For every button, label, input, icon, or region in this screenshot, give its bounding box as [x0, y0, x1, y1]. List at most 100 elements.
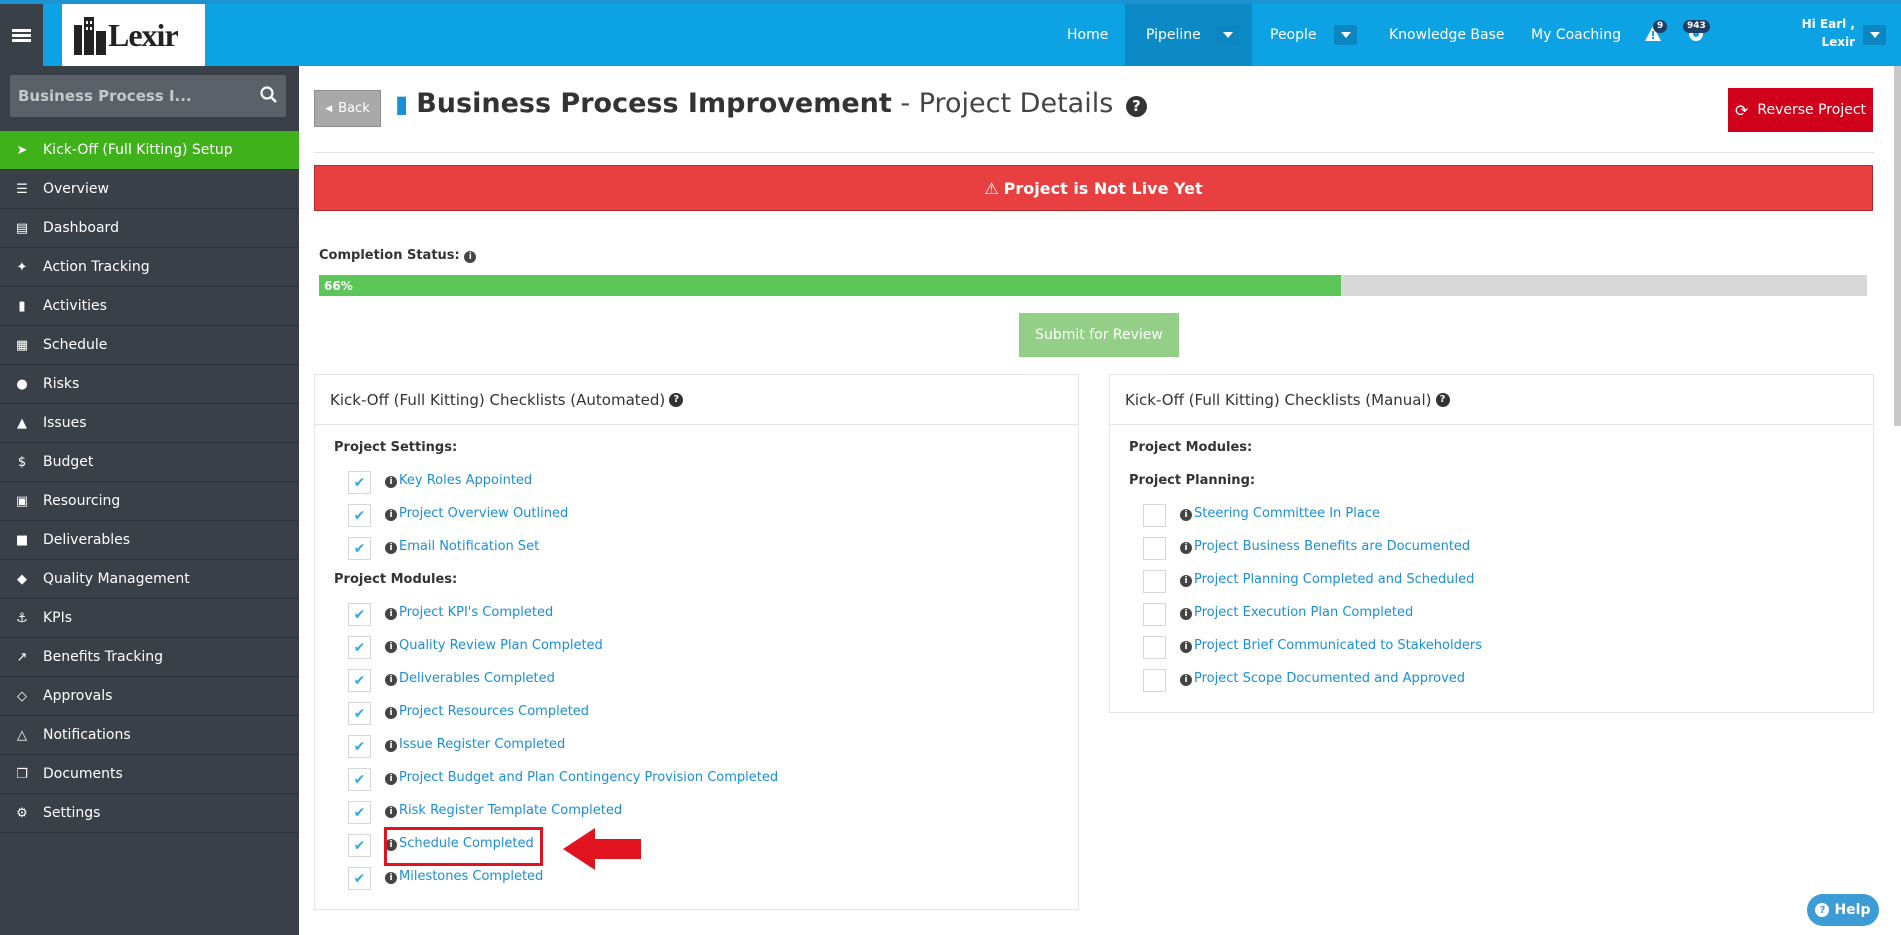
sidebar-item-action-tracking[interactable]: ✦ Action Tracking: [0, 248, 299, 287]
help-question-icon[interactable]: ?: [1125, 95, 1147, 117]
checklist-checkbox[interactable]: [1143, 570, 1166, 593]
info-icon[interactable]: i: [1180, 608, 1192, 620]
checklist-checkbox-checked[interactable]: ✔: [348, 768, 371, 791]
logo[interactable]: Lexir: [62, 4, 205, 66]
help-question-icon[interactable]: ?: [1435, 392, 1450, 407]
checklist-checkbox[interactable]: [1143, 636, 1166, 659]
book-icon: ▮: [395, 90, 409, 118]
sidebar-item-resourcing[interactable]: ▣ Resourcing: [0, 482, 299, 521]
checklist-checkbox-checked[interactable]: ✔: [348, 801, 371, 824]
pipeline-dropdown-icon[interactable]: [1216, 25, 1239, 45]
info-icon[interactable]: i: [1180, 641, 1192, 653]
sidebar-item-schedule[interactable]: ▦ Schedule: [0, 326, 299, 365]
info-icon[interactable]: i: [385, 608, 397, 620]
sidebar-item-kick-off-setup[interactable]: ➤ Kick-Off (Full Kitting) Setup: [0, 131, 299, 170]
nav-home[interactable]: Home: [1067, 4, 1108, 66]
dollar-icon: $: [17, 454, 27, 470]
people-dropdown-icon[interactable]: [1334, 25, 1357, 45]
user-dropdown-icon[interactable]: [1863, 25, 1886, 45]
checklist-checkbox-checked[interactable]: ✔: [348, 471, 371, 494]
user-menu[interactable]: Hi Earl , Lexir: [1790, 15, 1855, 51]
checklist-item-link[interactable]: Key Roles Appointed: [399, 473, 532, 488]
sidebar-item-quality-management[interactable]: ◆ Quality Management: [0, 560, 299, 599]
nav-people[interactable]: People: [1270, 4, 1317, 66]
info-icon[interactable]: i: [385, 773, 397, 785]
checklist-checkbox-checked[interactable]: ✔: [348, 702, 371, 725]
automated-panel-title: Kick-Off (Full Kitting) Checklists (Auto…: [330, 390, 666, 409]
scrollbar[interactable]: [1894, 66, 1901, 426]
checklist-item-link[interactable]: Project Overview Outlined: [399, 506, 568, 521]
project-search-input[interactable]: Business Process I...: [10, 75, 286, 117]
info-icon[interactable]: i: [385, 707, 397, 719]
info-icon[interactable]: i: [464, 251, 477, 263]
hamburger-menu-icon[interactable]: [0, 4, 43, 66]
checklist-checkbox-checked[interactable]: ✔: [348, 834, 371, 857]
checklist-item-link[interactable]: Project Scope Documented and Approved: [1194, 671, 1465, 686]
info-icon[interactable]: i: [1180, 674, 1192, 686]
checklist-checkbox[interactable]: [1143, 603, 1166, 626]
checklist-checkbox-checked[interactable]: ✔: [348, 867, 371, 890]
sidebar-item-kpis[interactable]: ⚓ KPIs: [0, 599, 299, 638]
reverse-project-button[interactable]: ⟳ Reverse Project: [1728, 88, 1873, 132]
sidebar-item-benefits-tracking[interactable]: ↗ Benefits Tracking: [0, 638, 299, 677]
info-icon[interactable]: i: [385, 641, 397, 653]
sidebar-item-label: Notifications: [43, 727, 131, 743]
info-icon[interactable]: i: [385, 872, 397, 884]
info-icon[interactable]: i: [385, 740, 397, 752]
tag-icon: ◆: [17, 571, 27, 587]
info-icon[interactable]: i: [1180, 542, 1192, 554]
checklist-checkbox-checked[interactable]: ✔: [348, 504, 371, 527]
nav-my-coaching[interactable]: My Coaching: [1531, 4, 1621, 66]
checklist-item-link[interactable]: Quality Review Plan Completed: [399, 638, 603, 653]
checklist-item-link[interactable]: Milestones Completed: [399, 869, 543, 884]
checklist-item-link[interactable]: Steering Committee In Place: [1194, 506, 1380, 521]
checklist-item-link[interactable]: Project Budget and Plan Contingency Prov…: [399, 770, 778, 785]
search-icon[interactable]: [258, 84, 280, 106]
checklist-item-link[interactable]: Risk Register Template Completed: [399, 803, 622, 818]
checklist-checkbox-checked[interactable]: ✔: [348, 669, 371, 692]
checklist-checkbox-checked[interactable]: ✔: [348, 603, 371, 626]
sidebar-item-dashboard[interactable]: ▤ Dashboard: [0, 209, 299, 248]
bookmark-icon: ▮: [18, 298, 26, 314]
sidebar-item-activities[interactable]: ▮ Activities: [0, 287, 299, 326]
info-icon[interactable]: i: [385, 476, 397, 488]
checklist-checkbox-checked[interactable]: ✔: [348, 636, 371, 659]
checklist-checkbox-checked[interactable]: ✔: [348, 537, 371, 560]
checklist-checkbox[interactable]: [1143, 504, 1166, 527]
submit-for-review-button[interactable]: Submit for Review: [1019, 313, 1179, 357]
checklist-checkbox[interactable]: [1143, 537, 1166, 560]
info-icon[interactable]: i: [1180, 575, 1192, 587]
checklist-item-link[interactable]: Email Notification Set: [399, 539, 539, 554]
checklist-item-link[interactable]: Project Execution Plan Completed: [1194, 605, 1413, 620]
checklist-item-link[interactable]: Project Planning Completed and Scheduled: [1194, 572, 1474, 587]
sidebar-item-overview[interactable]: ☰ Overview: [0, 170, 299, 209]
sidebar-item-notifications[interactable]: △ Notifications: [0, 716, 299, 755]
checklist-item-link[interactable]: Project Business Benefits are Documented: [1194, 539, 1470, 554]
sidebar-item-risks[interactable]: ● Risks: [0, 365, 299, 404]
alerts-count-badge: 9: [1653, 20, 1668, 33]
info-icon[interactable]: i: [385, 509, 397, 521]
submit-label: Submit for Review: [1035, 327, 1163, 343]
sidebar-item-label: Resourcing: [43, 493, 121, 509]
info-icon[interactable]: i: [385, 674, 397, 686]
back-button[interactable]: ◀ Back: [314, 90, 381, 127]
nav-knowledge-base[interactable]: Knowledge Base: [1389, 4, 1505, 66]
sidebar-item-budget[interactable]: $ Budget: [0, 443, 299, 482]
checklist-item-link[interactable]: Issue Register Completed: [399, 737, 565, 752]
sidebar-item-settings[interactable]: ⚙ Settings: [0, 794, 299, 833]
info-icon[interactable]: i: [1180, 509, 1192, 521]
checklist-checkbox-checked[interactable]: ✔: [348, 735, 371, 758]
info-icon[interactable]: i: [385, 806, 397, 818]
sidebar-item-approvals[interactable]: ◇ Approvals: [0, 677, 299, 716]
checklist-checkbox[interactable]: [1143, 669, 1166, 692]
sidebar-item-issues[interactable]: ▲ Issues: [0, 404, 299, 443]
sidebar-item-deliverables[interactable]: ■ Deliverables: [0, 521, 299, 560]
checklist-item-link[interactable]: Project KPI's Completed: [399, 605, 553, 620]
checklist-item-link[interactable]: Deliverables Completed: [399, 671, 555, 686]
info-icon[interactable]: i: [385, 542, 397, 554]
checklist-item-link[interactable]: Project Brief Communicated to Stakeholde…: [1194, 638, 1482, 653]
sidebar-item-documents[interactable]: ❐ Documents: [0, 755, 299, 794]
help-question-icon[interactable]: ?: [669, 392, 684, 407]
checklist-item-link[interactable]: Project Resources Completed: [399, 704, 589, 719]
help-button[interactable]: ? Help: [1807, 894, 1879, 926]
